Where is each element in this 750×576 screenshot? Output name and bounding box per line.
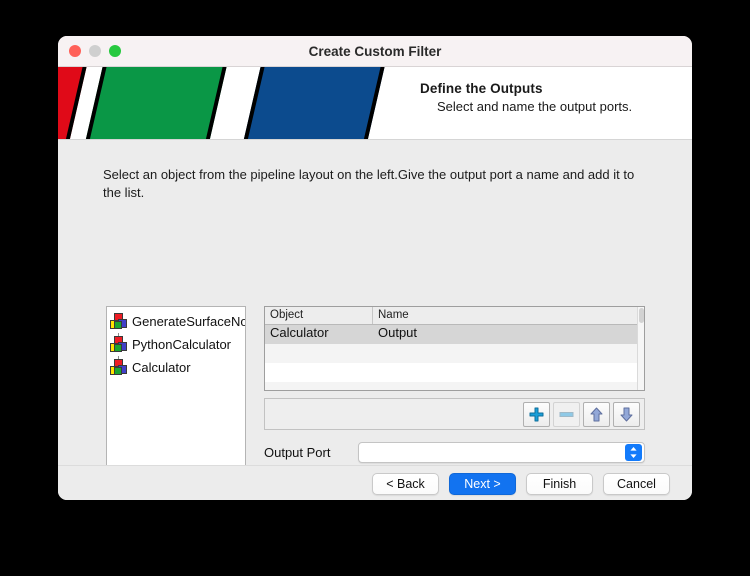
table-column-header-name[interactable]: Name	[373, 307, 644, 324]
minus-icon	[559, 411, 574, 417]
move-up-button[interactable]	[583, 401, 610, 427]
add-button[interactable]	[523, 401, 550, 427]
table-column-header-object[interactable]: Object	[265, 307, 373, 324]
output-port-row: Output Port	[264, 442, 645, 463]
chevron-updown-icon[interactable]	[625, 444, 642, 461]
instruction-text: Select an object from the pipeline layou…	[103, 167, 635, 200]
table-cell-object: Calculator	[270, 325, 329, 340]
pipeline-source-icon	[110, 313, 127, 330]
dialog-footer: < Back Next > Finish Cancel	[58, 465, 692, 500]
window-title: Create Custom Filter	[308, 43, 442, 59]
arrow-up-icon	[590, 407, 603, 421]
outputs-toolbar	[264, 398, 645, 430]
list-item-label: PythonCalculator	[132, 337, 231, 352]
list-item[interactable]: Calculator	[107, 356, 245, 379]
remove-button	[553, 401, 580, 427]
window-controls	[69, 45, 121, 57]
wizard-banner: Define the Outputs Select and name the o…	[58, 67, 692, 140]
dialog-content: Select an object from the pipeline layou…	[58, 140, 692, 497]
table-row-empty	[265, 382, 644, 390]
table-row-empty	[265, 363, 644, 382]
maximize-button[interactable]	[109, 45, 121, 57]
next-button[interactable]: Next >	[449, 473, 516, 495]
list-item-label: GenerateSurfaceNo	[132, 314, 246, 329]
table-row-empty	[265, 344, 644, 363]
table-cell-name: Output	[378, 325, 418, 340]
banner-subtitle: Select and name the output ports.	[437, 99, 633, 114]
outputs-table-vscrollbar-thumb[interactable]	[639, 308, 644, 323]
banner-title: Define the Outputs	[420, 81, 543, 96]
outputs-table[interactable]: Object Name Calculator Output	[264, 306, 645, 391]
close-button[interactable]	[69, 45, 81, 57]
banner-shape-green	[83, 67, 229, 139]
list-item-label: Calculator	[132, 360, 191, 375]
list-item[interactable]: PythonCalculator	[107, 333, 245, 356]
list-item[interactable]: GenerateSurfaceNo	[107, 310, 245, 333]
pipeline-list-items: GenerateSurfaceNo PythonCalculator Calcu…	[107, 307, 245, 379]
banner-shape-red	[58, 67, 89, 139]
table-row[interactable]: Calculator Output	[265, 325, 644, 344]
finish-button[interactable]: Finish	[526, 473, 593, 495]
window-titlebar[interactable]: Create Custom Filter	[58, 36, 692, 67]
pipeline-source-icon	[110, 359, 127, 376]
banner-shape-blue	[241, 67, 387, 139]
pipeline-source-icon	[110, 336, 127, 353]
output-port-select[interactable]	[358, 442, 645, 463]
cancel-button[interactable]: Cancel	[603, 473, 670, 495]
banner-text-group: Define the Outputs Select and name the o…	[420, 81, 632, 114]
create-custom-filter-dialog: Create Custom Filter Define the Outputs …	[58, 36, 692, 500]
back-button[interactable]: < Back	[372, 473, 439, 495]
table-header-row: Object Name	[265, 307, 644, 325]
minimize-button[interactable]	[89, 45, 101, 57]
outputs-table-vscrollbar[interactable]	[637, 307, 644, 390]
plus-icon	[529, 407, 544, 421]
arrow-down-icon	[620, 407, 633, 421]
move-down-button[interactable]	[613, 401, 640, 427]
pipeline-list[interactable]: GenerateSurfaceNo PythonCalculator Calcu…	[106, 306, 246, 486]
output-port-label: Output Port	[264, 445, 331, 460]
